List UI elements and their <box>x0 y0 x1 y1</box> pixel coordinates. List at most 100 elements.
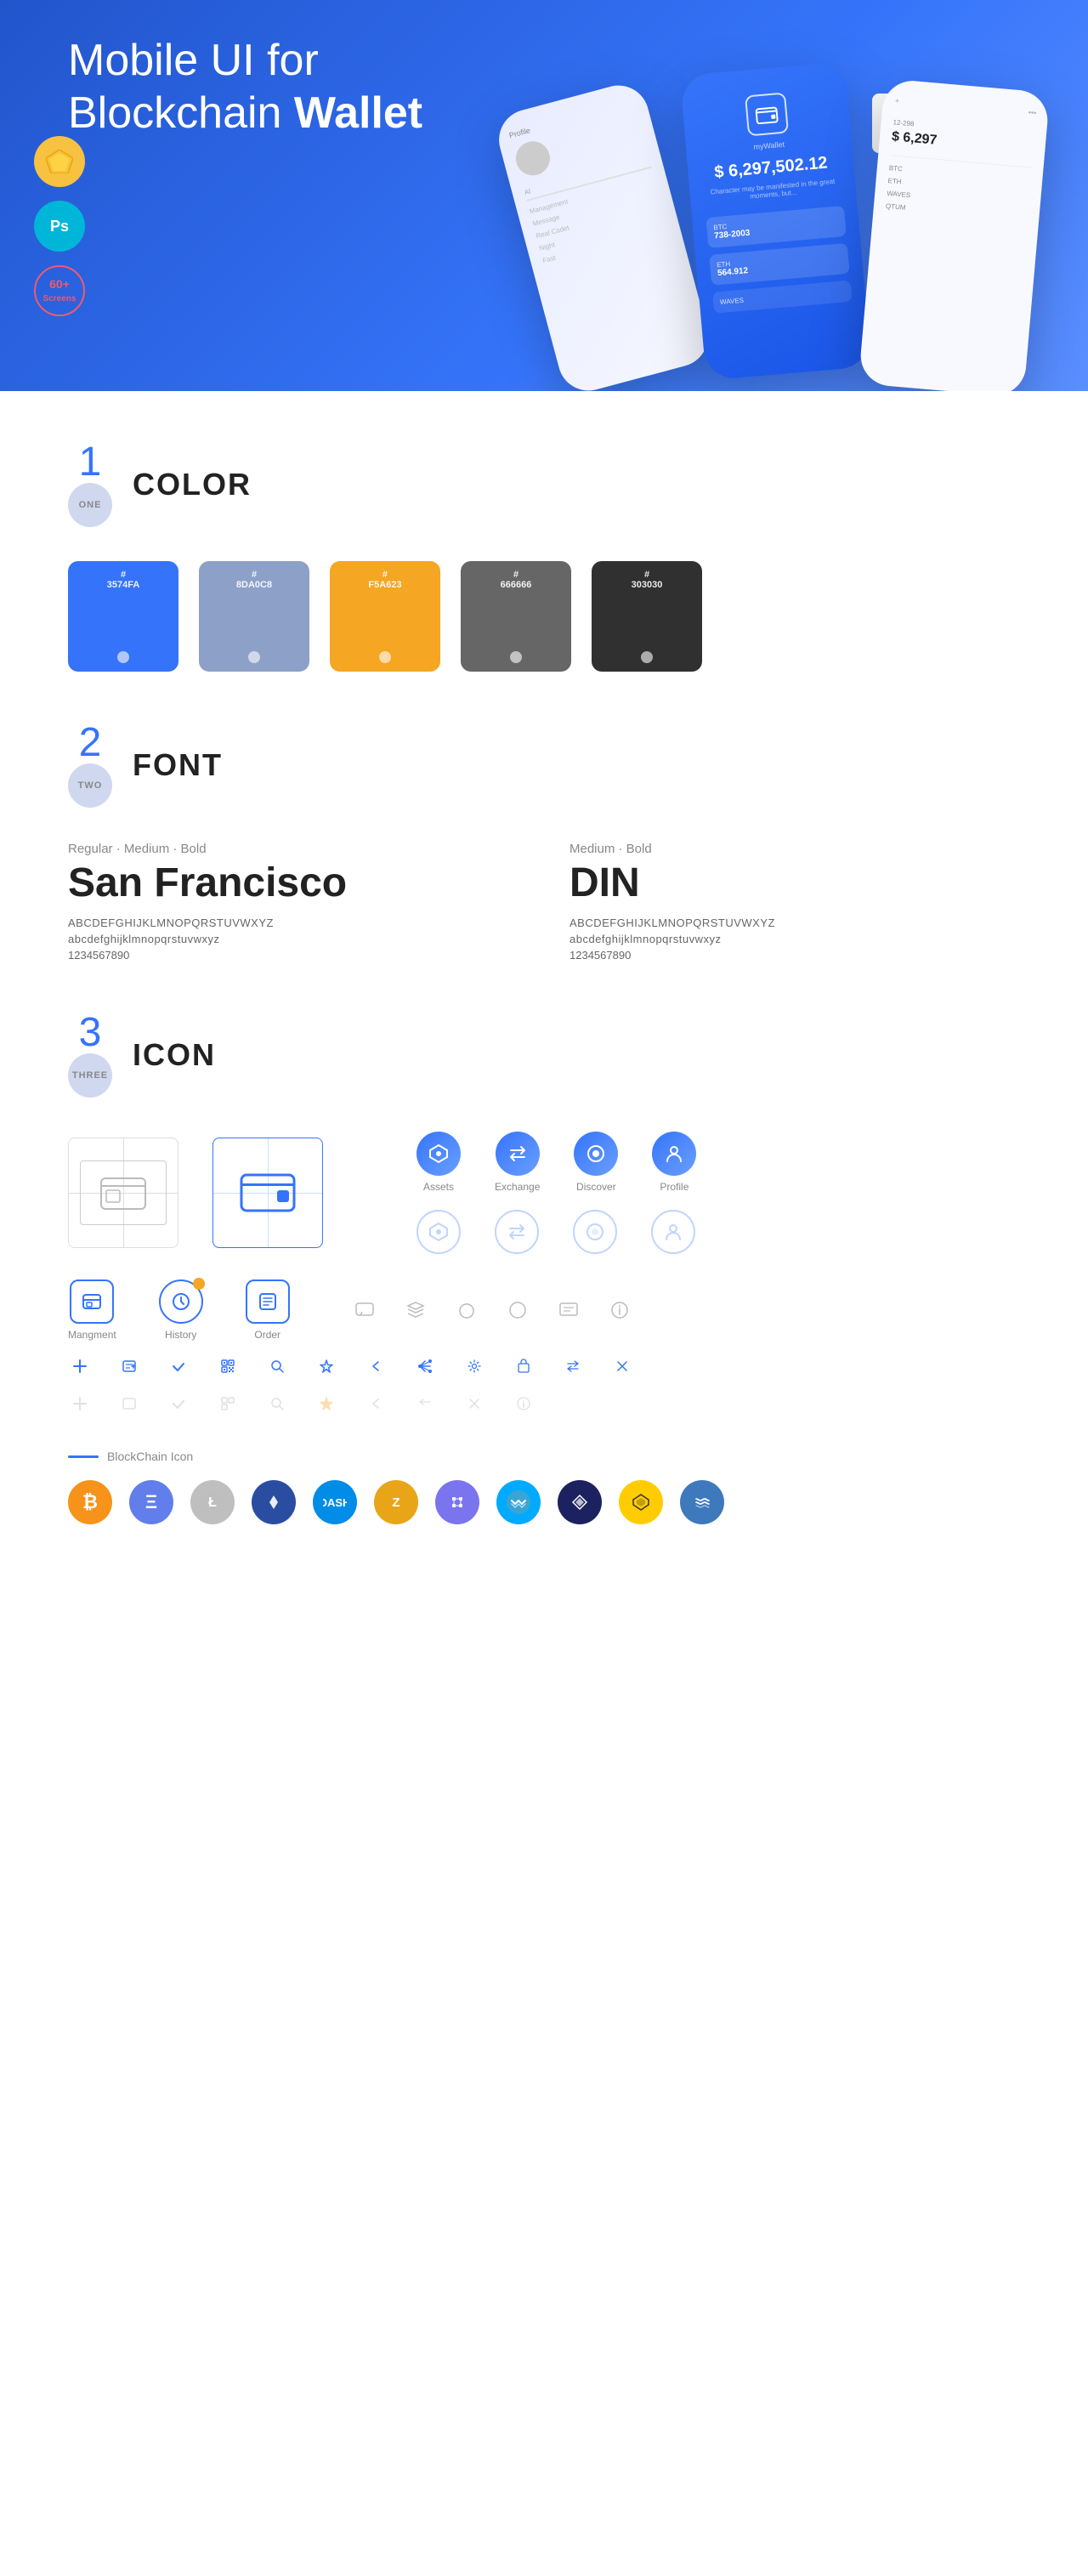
exchange-icon-item: Exchange <box>495 1132 540 1193</box>
main-content: 1 ONE COLOR #3574FA #8DA0C8 #F5A623 #666… <box>0 391 1088 1575</box>
color-swatch-blue: #3574FA <box>68 561 178 672</box>
blockchain-label: BlockChain Icon <box>107 1450 193 1463</box>
discover-icon-item: Discover <box>574 1132 618 1193</box>
forward-ghost-icon <box>413 1392 437 1416</box>
font-section-title: FONT <box>133 747 223 783</box>
history-icon <box>159 1279 203 1324</box>
icon-design-guide-1 <box>68 1138 178 1248</box>
svg-text:Ł: Ł <box>208 1495 217 1510</box>
toolbar-icons-colored-row <box>68 1354 1020 1378</box>
color-section-header: 1 ONE COLOR <box>68 442 1020 527</box>
icon-section-header: 3 THREE ICON <box>68 1013 1020 1098</box>
blockchain-icons-row: ₿ Ξ Ł <box>68 1480 1020 1524</box>
add-icon <box>68 1354 92 1378</box>
icon-section-title: ICON <box>133 1037 216 1073</box>
order-icon-item: Order <box>246 1279 290 1341</box>
qr-icon <box>216 1354 240 1378</box>
section-1-num: 1 ONE <box>68 442 112 527</box>
management-icon <box>70 1279 114 1324</box>
history-icon-item: History <box>159 1279 203 1341</box>
discover-ghost-icon <box>573 1210 617 1254</box>
share-icon <box>413 1354 437 1378</box>
color-swatches: #3574FA #8DA0C8 #F5A623 #666666 #303030 <box>68 561 1020 672</box>
phone-mock-3: + ••• 12-298 $ 6,297 BTC ETH WAVES QTUM <box>858 78 1051 391</box>
icon-design-guide-2 <box>212 1138 323 1248</box>
litecoin-icon: Ł <box>190 1480 235 1524</box>
circle-icon <box>502 1295 533 1325</box>
exchange-icon <box>496 1132 540 1176</box>
swap-icon <box>561 1354 585 1378</box>
order-icon <box>246 1279 290 1324</box>
x-ghost-icon <box>462 1392 486 1416</box>
blockchain-label-row: BlockChain Icon <box>68 1450 1020 1463</box>
exchange-ghost-icon <box>495 1210 539 1254</box>
phone-mock-1: Profile Al Management Message Real Cadet… <box>492 78 715 391</box>
star-ghost-icon <box>314 1392 338 1416</box>
box-arrow-icon <box>512 1354 536 1378</box>
font-grid: Regular · Medium · Bold San Francisco AB… <box>68 842 1020 962</box>
ethereum-icon: Ξ <box>129 1480 173 1524</box>
svg-text:DASH: DASH <box>323 1496 347 1509</box>
bottom-nav-icons-section: Mangment History <box>68 1279 1020 1341</box>
font-sf: Regular · Medium · Bold San Francisco AB… <box>68 842 518 962</box>
nav-icons-ghost-row <box>416 1210 696 1254</box>
list-add-icon <box>117 1354 141 1378</box>
check-icon <box>167 1354 190 1378</box>
bitcoin-icon: ₿ <box>68 1480 112 1524</box>
color-swatch-slate: #8DA0C8 <box>199 561 309 672</box>
list-ghost-icon <box>117 1392 141 1416</box>
zcash-icon: Z <box>374 1480 418 1524</box>
color-swatch-orange: #F5A623 <box>330 561 440 672</box>
moon-icon <box>451 1295 482 1325</box>
waves-icon <box>496 1480 541 1524</box>
discover-icon <box>574 1132 618 1176</box>
back-ghost-icon <box>364 1392 388 1416</box>
qr-ghost-icon <box>216 1392 240 1416</box>
hero-section: Mobile UI for Blockchain Wallet UI Kit P… <box>0 0 1088 391</box>
chat-icon <box>349 1295 380 1325</box>
blockchain-section: BlockChain Icon ₿ Ξ Ł <box>68 1450 1020 1524</box>
assets-icon-item: Assets <box>416 1132 461 1193</box>
close-icon <box>610 1354 634 1378</box>
ps-badge: Ps <box>34 201 85 252</box>
search-ghost-icon <box>265 1392 289 1416</box>
icon-design-row: Assets Exchange <box>68 1132 1020 1254</box>
dash-icon: DASH <box>313 1480 357 1524</box>
nav-icons-active-row: Assets Exchange <box>416 1132 696 1193</box>
color-section-title: COLOR <box>133 467 252 502</box>
info-icon <box>604 1295 635 1325</box>
assets-ghost-icon <box>416 1210 461 1254</box>
blockchain-line <box>68 1455 99 1458</box>
grid-icon <box>435 1480 479 1524</box>
info-ghost-icon <box>512 1392 536 1416</box>
back-icon <box>364 1354 388 1378</box>
font-section: Regular · Medium · Bold San Francisco AB… <box>68 842 1020 962</box>
vertcoin-icon <box>558 1480 602 1524</box>
nav-icons-container: Assets Exchange <box>416 1132 696 1254</box>
tab-nav-icons-row: Mangment History <box>68 1279 1020 1341</box>
hero-phones: Profile Al Management Message Real Cadet… <box>442 51 1088 391</box>
polybius-icon <box>619 1480 663 1524</box>
assets-icon <box>416 1132 461 1176</box>
screens-badge: 60+Screens <box>34 265 85 316</box>
search-icon <box>265 1354 289 1378</box>
profile-icon-item: Profile <box>652 1132 696 1193</box>
phone-mock-2: myWallet $ 6,297,502.12 Character may be… <box>680 61 872 381</box>
color-swatch-gray: #666666 <box>461 561 571 672</box>
hero-badges: Ps 60+Screens <box>34 136 85 316</box>
profile-icon <box>652 1132 696 1176</box>
sketch-badge <box>34 136 85 187</box>
blackcoin-icon <box>252 1480 296 1524</box>
utility-icons-row <box>349 1279 635 1341</box>
layers-icon <box>400 1295 431 1325</box>
message-icon <box>553 1295 584 1325</box>
font-din: Medium · Bold DIN ABCDEFGHIJKLMNOPQRSTUV… <box>570 842 1020 962</box>
section-2-num: 2 TWO <box>68 723 112 808</box>
check-ghost-icon <box>167 1392 190 1416</box>
management-icon-item: Mangment <box>68 1279 116 1341</box>
hero-title: Mobile UI for Blockchain Wallet <box>68 34 493 140</box>
add-ghost-icon <box>68 1392 92 1416</box>
star-icon <box>314 1354 338 1378</box>
waves2-icon <box>680 1480 724 1524</box>
svg-text:Z: Z <box>392 1495 400 1510</box>
